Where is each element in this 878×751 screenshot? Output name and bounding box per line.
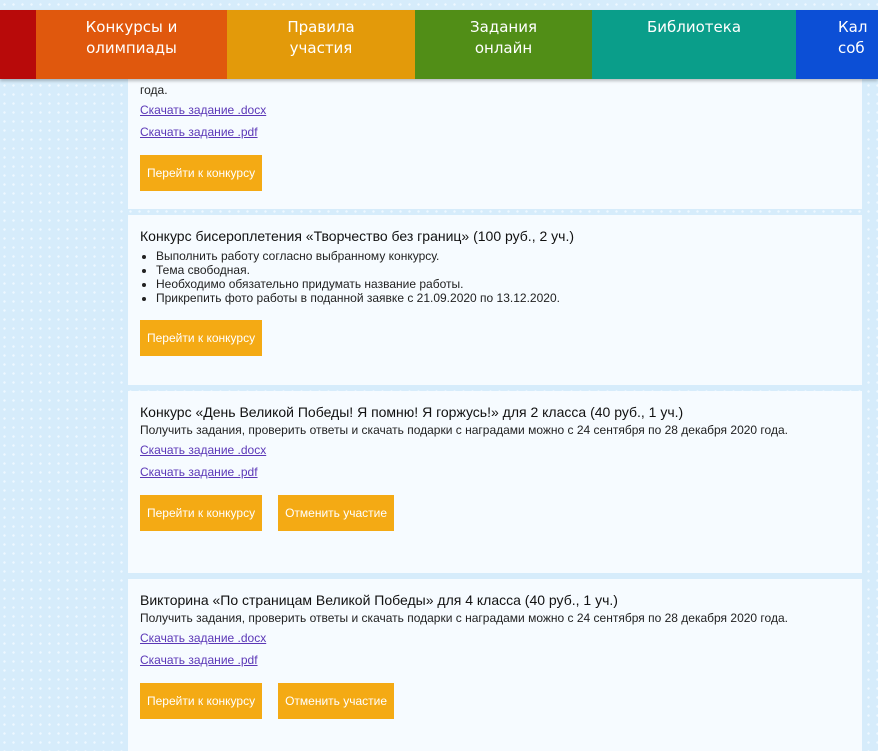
card-description: Получить задания, проверить ответы и ска…: [140, 611, 788, 625]
download-docx-link[interactable]: Скачать задание .docx: [140, 443, 850, 458]
contest-card: года. Скачать задание .docx Скачать зада…: [128, 79, 862, 209]
go-to-contest-button[interactable]: Перейти к конкурсу: [140, 320, 263, 356]
list-item: Необходимо обязательно придумать названи…: [156, 277, 850, 291]
nav-item-contests[interactable]: Конкурсы и олимпиады: [36, 10, 227, 79]
go-to-contest-button[interactable]: Перейти к конкурсу: [140, 495, 263, 531]
list-item: Тема свободная.: [156, 263, 850, 277]
nav-item-online-tasks[interactable]: Задания онлайн: [415, 10, 592, 79]
contest-card: Конкурс бисероплетения «Творчество без г…: [128, 215, 862, 385]
card-title: Конкурс «День Великой Победы! Я помню! Я…: [140, 404, 684, 420]
card-requirements-list: Выполнить работу согласно выбранному кон…: [140, 249, 850, 305]
download-docx-link[interactable]: Скачать задание .docx: [140, 103, 850, 118]
card-description: Получить задания, проверить ответы и ска…: [140, 423, 788, 437]
download-pdf-link[interactable]: Скачать задание .pdf: [140, 125, 850, 140]
card-title: Конкурс бисероплетения «Творчество без г…: [140, 228, 574, 244]
download-docx-link[interactable]: Скачать задание .docx: [140, 631, 850, 646]
top-nav: Конкурсы и олимпиады Правила участия Зад…: [0, 10, 878, 79]
download-pdf-link[interactable]: Скачать задание .pdf: [140, 653, 850, 668]
nav-item-rules[interactable]: Правила участия: [227, 10, 415, 79]
card-title: Викторина «По страницам Великой Победы» …: [140, 592, 618, 608]
contest-card: Конкурс «День Великой Победы! Я помню! Я…: [128, 391, 862, 573]
contest-list: года. Скачать задание .docx Скачать зада…: [128, 79, 862, 751]
card-actions: Перейти к конкурсу: [140, 320, 850, 356]
cancel-participation-button[interactable]: Отменить участие: [278, 495, 395, 531]
card-actions: Перейти к конкурсу: [140, 155, 850, 191]
card-description: года.: [140, 83, 168, 97]
card-actions: Перейти к конкурсу Отменить участие: [140, 683, 850, 719]
list-item: Прикрепить фото работы в поданной заявке…: [156, 291, 850, 305]
go-to-contest-button[interactable]: Перейти к конкурсу: [140, 155, 263, 191]
download-pdf-link[interactable]: Скачать задание .pdf: [140, 465, 850, 480]
card-actions: Перейти к конкурсу Отменить участие: [140, 495, 850, 531]
cancel-participation-button[interactable]: Отменить участие: [278, 683, 395, 719]
nav-item-library[interactable]: Библиотека: [592, 10, 796, 79]
nav-item-calendar[interactable]: Кал соб: [796, 10, 878, 79]
contest-card: Викторина «По страницам Великой Победы» …: [128, 579, 862, 751]
list-item: Выполнить работу согласно выбранному кон…: [156, 249, 850, 263]
nav-item-red[interactable]: [0, 10, 36, 79]
go-to-contest-button[interactable]: Перейти к конкурсу: [140, 683, 263, 719]
